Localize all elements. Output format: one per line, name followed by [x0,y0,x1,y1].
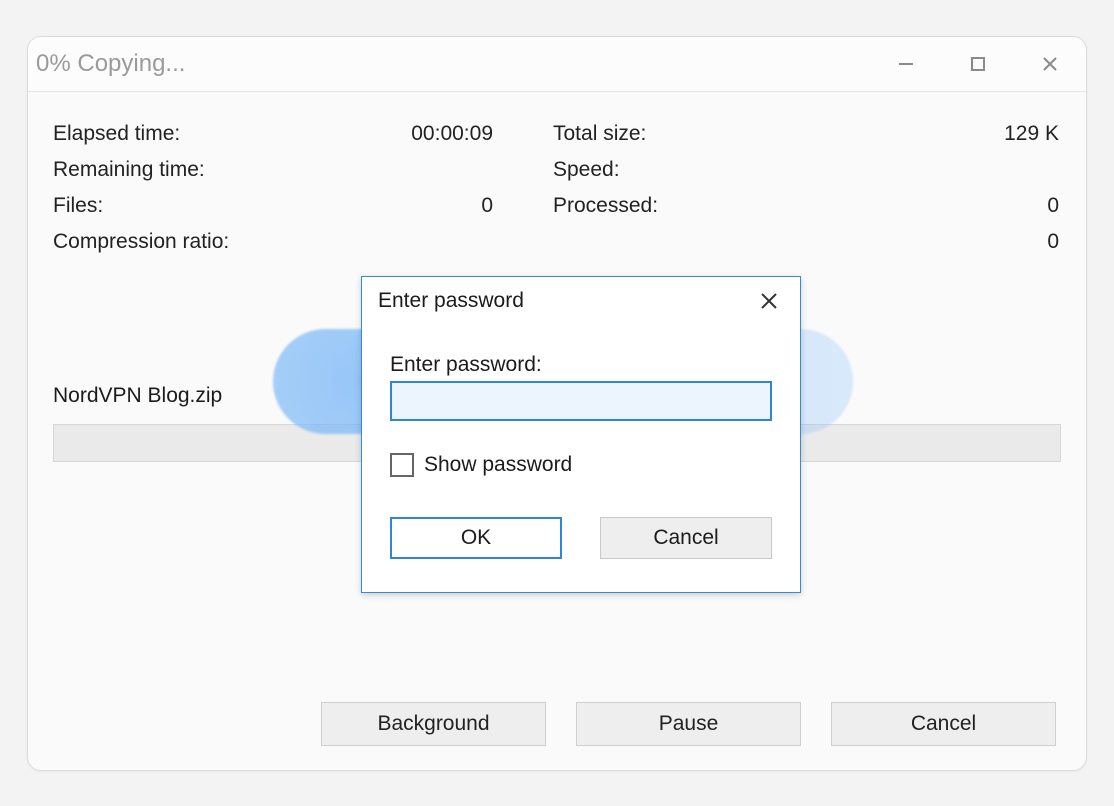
close-icon [1040,54,1060,74]
cancel-button[interactable]: Cancel [831,702,1056,746]
processed-value: 0 [813,194,1061,218]
bottom-button-row: Background Pause Cancel [28,702,1086,746]
elapsed-value: 00:00:09 [283,122,553,146]
processed-label: Processed: [553,194,813,218]
maximize-button[interactable] [942,36,1014,91]
maximize-icon [969,55,987,73]
dialog-close-button[interactable] [750,282,788,320]
close-icon [759,291,779,311]
dialog-cancel-button[interactable]: Cancel [600,517,772,559]
show-password-checkbox[interactable] [390,453,414,477]
ok-button[interactable]: OK [390,517,562,559]
remaining-label: Remaining time: [53,158,283,182]
minimize-icon [896,54,916,74]
dialog-button-row: OK Cancel [390,517,772,559]
password-dialog: Enter password Enter password: Show pass… [361,276,801,593]
files-label: Files: [53,194,283,218]
dialog-title-text: Enter password [378,289,524,313]
close-button[interactable] [1014,36,1086,91]
window-controls [870,36,1086,91]
total-size-value: 129 K [813,122,1061,146]
total-size-label: Total size: [553,122,813,146]
files-value: 0 [283,194,553,218]
speed-label: Speed: [553,158,813,182]
fourth-right-value: 0 [813,230,1061,254]
minimize-button[interactable] [870,36,942,91]
elapsed-label: Elapsed time: [53,122,283,146]
window-title: 0% Copying... [36,50,185,78]
password-input[interactable] [390,381,772,421]
ratio-label: Compression ratio: [53,230,283,254]
dialog-titlebar: Enter password [362,277,800,325]
dialog-body: Enter password: Show password OK Cancel [362,325,800,559]
background-button[interactable]: Background [321,702,546,746]
progress-window: 0% Copying... Elapsed time: 00:00:09 Tot… [27,36,1087,771]
show-password-label: Show password [424,453,572,477]
stats-grid: Elapsed time: 00:00:09 Total size: 129 K… [53,122,1061,254]
password-label: Enter password: [390,353,772,377]
titlebar: 0% Copying... [28,37,1086,92]
show-password-row: Show password [390,453,772,477]
pause-button[interactable]: Pause [576,702,801,746]
